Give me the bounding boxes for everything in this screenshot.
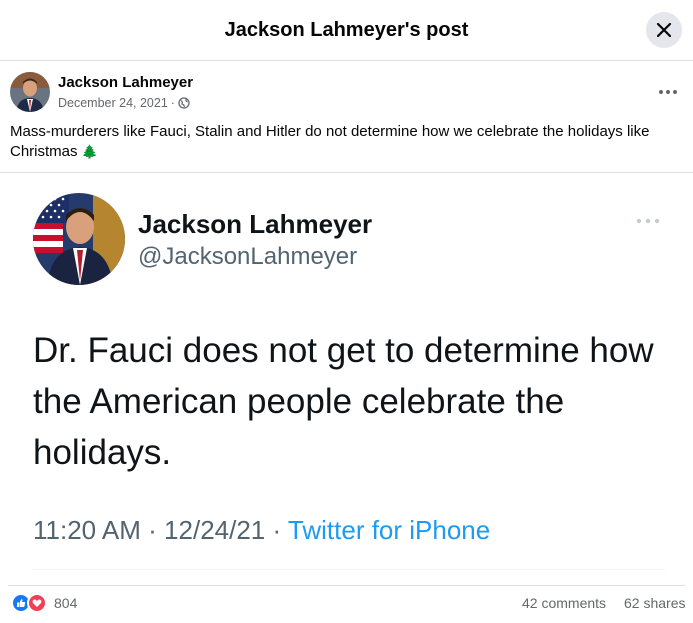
close-button[interactable] — [646, 12, 682, 48]
tweet-footer: 11:20 AM · 12/24/21 · Twitter for iPhone — [33, 515, 490, 546]
post-text: Mass-murderers like Fauci, Stalin and Hi… — [10, 122, 680, 162]
tweet-author-name: Jackson Lahmeyer — [138, 209, 373, 239]
author-avatar[interactable] — [10, 72, 50, 112]
close-icon — [657, 23, 671, 37]
tweet-more-icon — [636, 211, 660, 229]
christmas-tree-emoji: 🌲 — [81, 144, 98, 159]
shares-count[interactable]: 62 shares — [624, 595, 685, 611]
reactions-bar: 804 42 comments 62 shares — [0, 586, 693, 623]
tweet-avatar — [33, 193, 125, 285]
post-text-content: Mass-murderers like Fauci, Stalin and Hi… — [10, 123, 650, 160]
author-name[interactable]: Jackson Lahmeyer — [58, 74, 193, 91]
tweet-separator-2: · — [265, 515, 288, 545]
tweet-date: 12/24/21 — [164, 515, 266, 545]
post-header: Jackson Lahmeyer December 24, 2021 · — [0, 61, 693, 117]
tweet-source: Twitter for iPhone — [287, 515, 491, 545]
post-more-button[interactable] — [652, 79, 684, 99]
post-meta: December 24, 2021 · — [58, 96, 190, 110]
tweet-handle: @JacksonLahmeyer — [138, 243, 358, 270]
post-date[interactable]: December 24, 2021 — [58, 96, 168, 110]
reaction-count[interactable]: 804 — [54, 595, 77, 611]
comments-count[interactable]: 42 comments — [522, 595, 606, 611]
tweet-separator-1: · — [140, 515, 165, 545]
tweet-time: 11:20 AM — [33, 515, 141, 545]
more-icon — [659, 90, 677, 94]
tweet-divider — [33, 569, 665, 570]
globe-icon — [178, 97, 190, 109]
love-icon — [27, 593, 47, 613]
meta-separator: · — [170, 96, 175, 110]
tweet-body: Dr. Fauci does not get to determine how … — [33, 331, 654, 472]
dialog-title: Jackson Lahmeyer's post — [224, 19, 469, 41]
dialog-header: Jackson Lahmeyer's post — [0, 0, 693, 61]
reaction-icons[interactable] — [11, 593, 51, 613]
post-image[interactable]: Jackson Lahmeyer @JacksonLahmeyer Dr. Fa… — [0, 173, 693, 586]
